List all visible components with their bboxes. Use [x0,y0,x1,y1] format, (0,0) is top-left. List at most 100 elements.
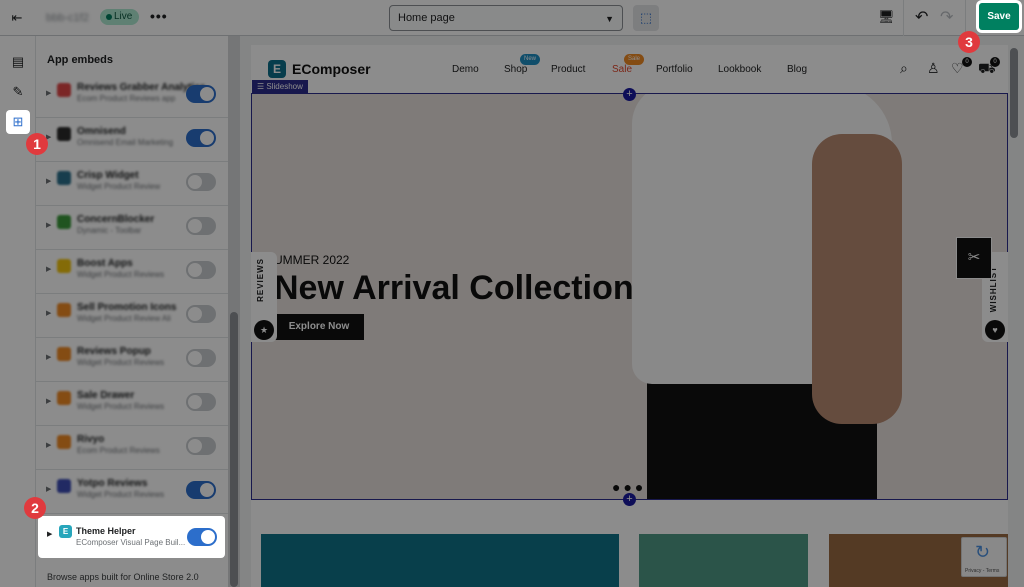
app-logo-icon [57,127,71,141]
app-logo-icon [57,259,71,273]
step-marker-3: 3 [958,31,980,53]
step-marker-2: 2 [24,497,46,519]
app-embed-toggle[interactable] [186,261,216,279]
nav-demo[interactable]: Demo [452,64,479,75]
account-icon[interactable]: ♙ [927,60,940,77]
cart-count: 0 [990,57,1000,67]
app-subtitle: Widget Product Reviews [77,358,165,367]
app-embed-row[interactable]: ▶ Yotpo Reviews Widget Product Reviews [36,470,228,514]
desktop-icon[interactable]: 🖥 [878,9,895,25]
nav-blog[interactable]: Blog [787,64,807,75]
app-embed-toggle[interactable] [186,393,216,411]
chevron-down-icon: ▼ [605,14,614,24]
app-embed-toggle[interactable] [186,305,216,323]
recaptcha-text: Privacy - Terms [965,568,1000,574]
hero-slideshow[interactable]: UMMER 2022 New Arrival Collection Explor… [251,93,1008,500]
chevron-right-icon: ▶ [46,486,52,493]
new-badge: New [520,54,541,65]
hero-title: New Arrival Collection [274,269,634,307]
app-embed-row[interactable]: ▶ Boost Apps Widget Product Reviews [36,250,228,294]
theme-helper-toggle[interactable] [187,528,217,546]
recaptcha-icon: ↻ [975,542,991,562]
nav-portfolio[interactable]: Portfolio [656,64,693,75]
app-embed-toggle[interactable] [186,437,216,455]
app-embed-row[interactable]: ▶ Reviews Popup Widget Product Reviews [36,338,228,382]
sections-icon[interactable]: ▤ [8,52,28,72]
exit-icon[interactable]: ⇤ [8,9,26,27]
app-name: Rivyo [77,434,105,445]
ecomposer-icon: E [59,525,72,538]
chevron-right-icon: ▶ [46,398,52,405]
panel-title: App embeds [47,54,114,66]
app-embed-row[interactable]: ▶ Omnisend Omnisend Email Marketing [36,118,228,162]
inspect-icon[interactable]: ⬚ [633,5,659,31]
chevron-right-icon: ▶ [46,222,52,229]
app-embed-toggle[interactable] [186,217,216,235]
preview-scrollbar[interactable] [1010,48,1018,138]
chevron-right-icon: ▶ [46,354,52,361]
app-embed-toggle[interactable] [186,349,216,367]
chevron-right-icon: ▶ [46,442,52,449]
app-logo-icon [57,435,71,449]
explore-now-button[interactable]: Explore Now [274,314,364,340]
app-logo-icon [57,391,71,405]
nav-shop[interactable]: Shop [504,64,527,75]
panel-scroll-thumb[interactable] [230,312,238,587]
section-icon: ☰ [257,82,267,91]
star-icon: ★ [254,320,274,340]
more-actions-button[interactable]: ••• [150,8,168,24]
app-embed-row[interactable]: ▶ Crisp Widget Widget Product Review [36,162,228,206]
app-subtitle: Widget Product Review Ali [77,314,171,323]
nav-lookbook[interactable]: Lookbook [718,64,761,75]
app-name: Reviews Popup [77,346,151,357]
collection-tile[interactable] [261,534,619,587]
chevron-right-icon: ▶ [46,266,52,273]
brand-logo-icon: E [268,60,286,78]
theme-helper-row[interactable]: ▶ E Theme Helper EComposer Visual Page B… [38,516,225,558]
app-subtitle: Dynamic - Toolbar [77,226,142,235]
app-embed-row[interactable]: ▶ ConcernBlocker Dynamic - Toolbar [36,206,228,250]
sale-badge: Sale [624,54,645,65]
app-subtitle: Ecom Product Reviews app [77,94,176,103]
page-select[interactable]: Home page ▼ [389,5,623,31]
app-embed-row[interactable]: ▶ Rivyo Ecom Product Reviews [36,426,228,470]
page-select-value: Home page [398,12,455,24]
add-section-icon[interactable]: + [623,493,636,506]
app-embed-toggle[interactable] [186,85,216,103]
chevron-right-icon: ▶ [46,90,52,97]
wishlist-count: 0 [962,57,972,67]
redo-icon[interactable]: ↷ [940,7,953,27]
app-logo-icon [57,303,71,317]
save-button[interactable]: Save [979,3,1019,30]
tools-icon[interactable]: ✂ [956,237,992,279]
slideshow-tag[interactable]: ☰ Slideshow [252,80,308,93]
nav-product[interactable]: Product [551,64,585,75]
app-embed-toggle[interactable] [186,129,216,147]
app-embed-row[interactable]: ▶ Reviews Grabber Analytics Ecom Product R… [36,74,228,118]
app-name: Sale Drawer [77,390,135,401]
store-name: bbb-c1f2 [46,12,89,24]
search-icon[interactable]: ⌕ [900,60,908,77]
live-badge: Live [100,9,140,25]
collection-tile[interactable] [639,534,808,587]
app-embed-toggle[interactable] [186,173,216,191]
app-name: Yotpo Reviews [77,478,148,489]
undo-icon[interactable]: ↶ [915,7,928,27]
chevron-right-icon: ▶ [47,531,53,538]
app-name: Theme Helper [76,526,136,536]
browse-apps-link[interactable]: Browse apps built for Online Store 2.0 [47,572,199,582]
app-embed-row[interactable]: ▶ Sell Promotion Icons Widget Product Revi… [36,294,228,338]
reviews-tab[interactable]: REVIEWS ★ [251,252,277,342]
app-embed-row[interactable]: ▶ Sale Drawer Widget Product Reviews [36,382,228,426]
brand-name[interactable]: EComposer [292,61,371,77]
divider [903,0,904,36]
app-name: Sell Promotion Icons [77,302,177,313]
app-embed-toggle[interactable] [186,481,216,499]
app-name: Crisp Widget [77,170,139,181]
theme-settings-icon[interactable]: ✎ [8,82,28,102]
add-section-icon[interactable]: + [623,88,636,101]
recaptcha-badge[interactable]: ↻ Privacy - Terms [961,537,1007,577]
nav-sale[interactable]: Sale [612,64,632,75]
hero-subtitle: UMMER 2022 [274,253,350,267]
app-embeds-tab[interactable]: ⊞ [6,110,30,134]
